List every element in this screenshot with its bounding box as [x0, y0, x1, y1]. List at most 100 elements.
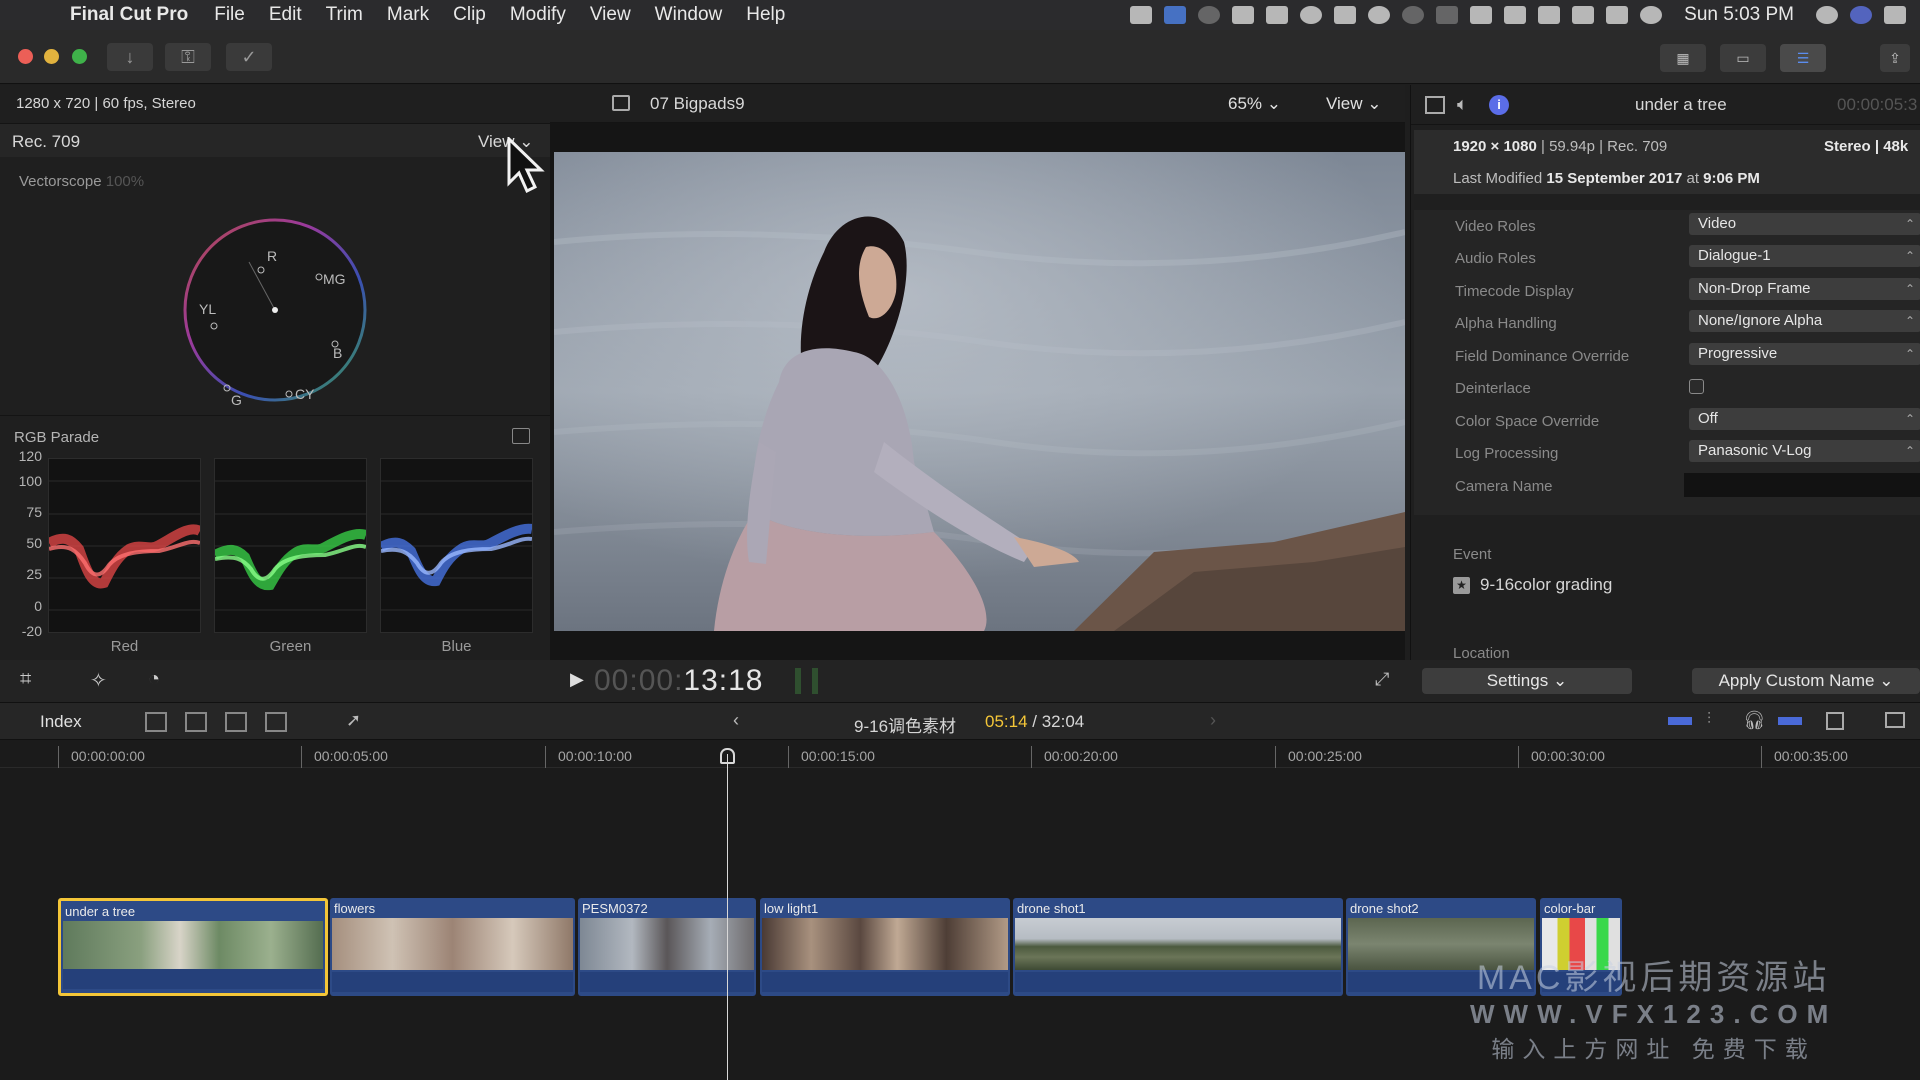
airplay-icon[interactable] [1538, 6, 1561, 24]
viewer[interactable] [550, 123, 1405, 660]
camera-name-field[interactable] [1684, 473, 1920, 497]
time-machine-icon[interactable] [1402, 6, 1425, 24]
menubar-clock[interactable]: Sun 5:03 PM [1684, 4, 1794, 26]
show-timeline-icon[interactable]: ▭ [1720, 44, 1766, 72]
info-inspector-tab-icon[interactable]: i [1489, 95, 1509, 115]
audio-roles-popup[interactable]: Dialogue-1 [1689, 245, 1920, 267]
solo-headphones-icon[interactable]: 🎧︎ [1743, 710, 1766, 731]
timeline-toolbar: Index ➚ ‹ 9-16调色素材 05:14 / 32:04 › ⫶ 🎧︎ [0, 702, 1920, 740]
menu-modify[interactable]: Modify [498, 4, 578, 26]
menu-trim[interactable]: Trim [314, 4, 375, 26]
menu-view[interactable]: View [578, 4, 643, 26]
clip-appearance-icon[interactable] [1668, 717, 1692, 725]
log-processing-popup[interactable]: Panasonic V-Log [1689, 440, 1920, 462]
menu-clip[interactable]: Clip [441, 4, 498, 26]
video-inspector-tab-icon[interactable] [1425, 96, 1445, 114]
close-window-button[interactable] [18, 49, 33, 64]
timecode-display-popup[interactable]: Non-Drop Frame [1689, 278, 1920, 300]
deinterlace-checkbox[interactable] [1689, 379, 1704, 394]
telegram-icon[interactable] [1334, 6, 1357, 24]
keywords-icon[interactable]: ⚿ [165, 43, 211, 71]
import-icon[interactable]: ↓ [107, 43, 153, 71]
spotlight-icon[interactable] [1816, 6, 1838, 24]
viewer-timecode[interactable]: 00:00:13:18 [594, 664, 764, 698]
video-frame[interactable] [554, 152, 1405, 631]
show-browser-icon[interactable]: ▦ [1660, 44, 1706, 72]
color-space-override-popup[interactable]: Off [1689, 408, 1920, 430]
playhead[interactable] [727, 754, 728, 1080]
event-row: ★ 9-16color grading [1453, 575, 1612, 595]
insert-clip-icon[interactable] [185, 712, 207, 732]
alpha-handling-popup[interactable]: None/Ignore Alpha [1689, 310, 1920, 332]
watermark-line-1: MAC影视后期资源站 [1476, 959, 1831, 997]
viewer-zoom-menu[interactable]: 65% ⌄ [1228, 94, 1281, 114]
show-inspector-icon[interactable]: ☰ [1780, 44, 1826, 72]
menu-mark[interactable]: Mark [375, 4, 441, 26]
menu-edit[interactable]: Edit [257, 4, 314, 26]
menu-help[interactable]: Help [734, 4, 797, 26]
play-button[interactable]: ▶ [570, 669, 584, 690]
event-label: Event [1453, 546, 1492, 563]
parade-scale-75: 75 [26, 504, 42, 520]
scope-settings-icon[interactable] [512, 428, 530, 444]
timeline-clip-low-light1[interactable]: low light1 [760, 898, 1010, 996]
vectorscope-trace [272, 307, 278, 313]
dictionary-icon[interactable] [1198, 6, 1221, 24]
viewer-view-menu[interactable]: View ⌄ [1326, 94, 1382, 114]
timeline-clip-drone-shot1[interactable]: drone shot1 [1013, 898, 1343, 996]
minimize-window-button[interactable] [44, 49, 59, 64]
share-icon[interactable]: ⇪ [1880, 44, 1910, 72]
audio-inspector-tab-icon[interactable]: 🔈︎ [1457, 94, 1468, 115]
menu-window[interactable]: Window [643, 4, 735, 26]
rgb-parade: RGB Parade 120 100 75 50 25 0 -20 Red Gr… [0, 415, 550, 660]
overwrite-clip-icon[interactable] [265, 712, 287, 732]
select-tool-icon[interactable]: ➚ [346, 710, 361, 731]
clip-properties: Video Roles Video Audio Roles Dialogue-1… [1414, 210, 1920, 515]
notification-bell-icon[interactable] [1368, 6, 1391, 24]
microphone-icon[interactable] [1232, 6, 1255, 24]
screen-record-icon[interactable] [1130, 6, 1153, 24]
timeline-clip-under-a-tree[interactable]: under a tree [58, 898, 328, 996]
audio-skimming-icon[interactable]: ⫶ [1707, 711, 1711, 729]
app-menu[interactable]: Final Cut Pro [52, 4, 202, 26]
history-forward-icon[interactable]: › [1210, 710, 1216, 731]
clip-filmstrip-icon[interactable] [1826, 712, 1844, 730]
effects-browser-icon[interactable] [1885, 712, 1905, 728]
fullscreen-icon[interactable]: ⤢ [1375, 669, 1389, 690]
keyboard-icon[interactable] [1470, 6, 1493, 24]
field-dominance-popup[interactable]: Progressive [1689, 343, 1920, 365]
clip-metadata-summary: 1920 × 1080 | 59.94p | Rec. 709 Stereo |… [1414, 130, 1920, 194]
settings-button[interactable]: Settings ⌄ [1422, 668, 1632, 694]
snapping-icon[interactable] [1778, 717, 1802, 725]
input-method-icon[interactable] [1266, 6, 1289, 24]
zoom-window-button[interactable] [72, 49, 87, 64]
wifi-icon[interactable] [1504, 6, 1527, 24]
append-clip-icon[interactable] [225, 712, 247, 732]
battery-icon[interactable] [1606, 6, 1629, 24]
crop-tool-icon[interactable]: ⌗ [20, 668, 31, 691]
timeline-ruler[interactable]: 00:00:00:00 00:00:05:00 00:00:10:00 00:0… [0, 740, 1920, 768]
timeline-clip-pesm0372[interactable]: PESM0372 [578, 898, 756, 996]
parade-red [46, 458, 203, 633]
video-roles-label: Video Roles [1455, 218, 1536, 235]
index-button[interactable]: Index [40, 712, 82, 732]
app-status-icon[interactable] [1640, 6, 1663, 24]
parade-scale-50: 50 [26, 535, 42, 551]
teamviewer-icon[interactable] [1164, 6, 1187, 24]
apply-custom-name-button[interactable]: Apply Custom Name ⌄ [1692, 668, 1920, 694]
connect-clip-icon[interactable] [145, 712, 167, 732]
retime-tool-icon[interactable]: ◔ [148, 668, 160, 691]
last-modified-label: Last Modified [1453, 170, 1547, 187]
format-info: 1280 x 720 | 60 fps, Stereo [16, 95, 196, 112]
volume-icon[interactable] [1572, 6, 1595, 24]
timeline-clip-flowers[interactable]: flowers [330, 898, 575, 996]
wechat-icon[interactable] [1300, 6, 1323, 24]
siri-icon[interactable] [1850, 6, 1872, 24]
menu-file[interactable]: File [202, 4, 257, 26]
background-tasks-icon[interactable]: ✓ [226, 43, 272, 71]
bluetooth-icon[interactable] [1436, 6, 1459, 24]
enhance-tool-icon[interactable]: ✧ [90, 668, 107, 693]
history-back-icon[interactable]: ‹ [733, 710, 739, 731]
notification-center-icon[interactable] [1884, 6, 1906, 24]
video-roles-popup[interactable]: Video [1689, 213, 1920, 235]
